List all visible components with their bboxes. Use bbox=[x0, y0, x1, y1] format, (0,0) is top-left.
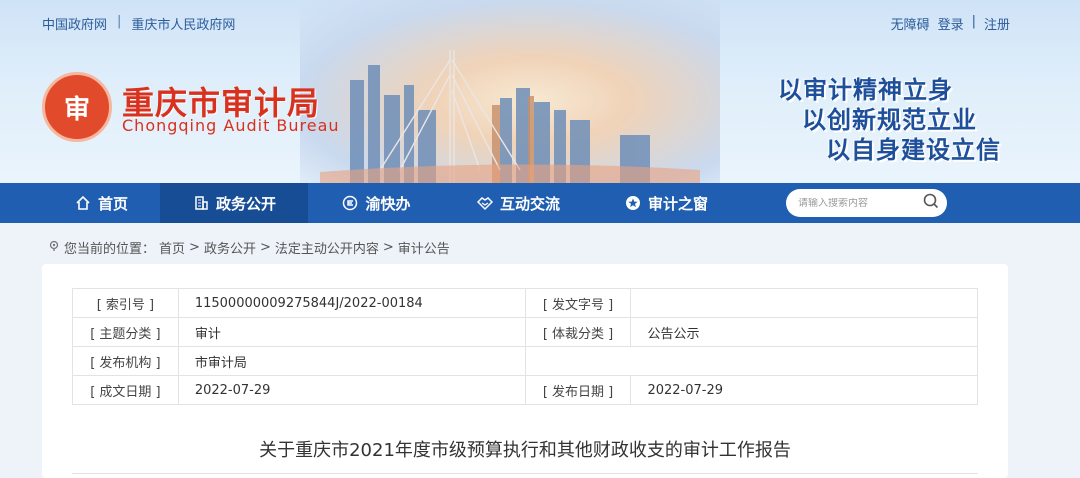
topic-label: [ 主题分类 ] bbox=[72, 317, 179, 347]
nav-gov-affairs-label: 政务公开 bbox=[215, 194, 276, 213]
handshake-icon bbox=[476, 194, 494, 212]
written-date-label: [ 成文日期 ] bbox=[72, 375, 179, 405]
nav-yukuaiban-label: 渝快办 bbox=[365, 194, 411, 213]
breadcrumb-sep: > bbox=[189, 240, 200, 255]
breadcrumb-home[interactable]: 首页 bbox=[159, 238, 185, 257]
nav-yukuaiban[interactable]: 渝快办 bbox=[308, 183, 444, 223]
genre-value: 公告公示 bbox=[630, 317, 978, 347]
table-row: [ 成文日期 ] 2022-07-29 [ 发布日期 ] 2022-07-29 bbox=[72, 375, 978, 405]
breadcrumb-audit-notice[interactable]: 审计公告 bbox=[398, 238, 450, 257]
breadcrumb-gov-affairs[interactable]: 政务公开 bbox=[204, 238, 256, 257]
accessibility-link[interactable]: 无障碍 bbox=[891, 14, 930, 33]
logo-char: 审 bbox=[63, 94, 90, 125]
search-box bbox=[786, 189, 947, 217]
index-label: [ 索引号 ] bbox=[72, 288, 179, 318]
login-link[interactable]: 登录 bbox=[938, 14, 964, 33]
content-card: [ 索引号 ] 11500000009275844J/2022-00184 [ … bbox=[42, 264, 1008, 478]
top-links: 中国政府网 | 重庆市人民政府网 bbox=[42, 14, 235, 33]
document-meta-table: [ 索引号 ] 11500000009275844J/2022-00184 [ … bbox=[72, 288, 979, 405]
site-subtitle: Chongqing Audit Bureau bbox=[122, 116, 340, 135]
index-value: 11500000009275844J/2022-00184 bbox=[177, 288, 526, 318]
breadcrumb-statutory[interactable]: 法定主动公开内容 bbox=[275, 238, 379, 257]
star-icon bbox=[624, 194, 642, 212]
nav-gov-affairs[interactable]: 政务公开 bbox=[160, 183, 308, 223]
gov-cn-link[interactable]: 中国政府网 bbox=[42, 14, 107, 33]
docno-value bbox=[630, 288, 978, 318]
publish-date-label: [ 发布日期 ] bbox=[524, 375, 632, 405]
user-link-separator: | bbox=[971, 14, 976, 29]
search-icon[interactable] bbox=[923, 193, 939, 213]
search-input[interactable] bbox=[798, 197, 923, 209]
breadcrumb-sep: > bbox=[382, 240, 394, 255]
nav-audit-window[interactable]: 审计之窗 bbox=[592, 183, 740, 223]
top-link-separator: | bbox=[117, 14, 122, 29]
nav-home[interactable]: 首页 bbox=[42, 183, 160, 223]
location-pin-icon bbox=[48, 240, 60, 256]
genre-label: [ 体裁分类 ] bbox=[524, 317, 632, 347]
circle-e-icon bbox=[341, 194, 359, 212]
home-icon bbox=[74, 194, 92, 212]
register-link[interactable]: 注册 bbox=[984, 14, 1010, 33]
table-row: [ 发布机构 ] 市审计局 bbox=[72, 346, 979, 376]
header-banner: 中国政府网 | 重庆市人民政府网 无障碍 登录 | 注册 审 重庆市审计局 Ch… bbox=[0, 0, 1080, 183]
org-value: 市审计局 bbox=[177, 346, 526, 376]
org-label: [ 发布机构 ] bbox=[72, 346, 179, 376]
nav-audit-window-label: 审计之窗 bbox=[647, 194, 708, 213]
nav-interaction-label: 互动交流 bbox=[499, 194, 560, 213]
cq-gov-link[interactable]: 重庆市人民政府网 bbox=[131, 14, 235, 33]
nav-interaction[interactable]: 互动交流 bbox=[444, 183, 592, 223]
building-icon bbox=[192, 194, 210, 212]
breadcrumb-prefix: 您当前的位置： bbox=[64, 242, 156, 257]
table-row: [ 主题分类 ] 审计 [ 体裁分类 ] 公告公示 bbox=[72, 317, 978, 347]
docno-label: [ 发文字号 ] bbox=[524, 288, 632, 318]
breadcrumb: 您当前的位置： 首页 > 政务公开 > 法定主动公开内容 > 审计公告 bbox=[48, 238, 450, 257]
audit-seal-logo[interactable]: 审 bbox=[42, 72, 112, 142]
written-date-value: 2022-07-29 bbox=[177, 375, 526, 405]
breadcrumb-sep: > bbox=[259, 240, 271, 255]
article-title: 关于重庆市2021年度市级预算执行和其他财政收支的审计工作报告 bbox=[259, 440, 791, 461]
user-links: 无障碍 登录 | 注册 bbox=[891, 14, 1010, 33]
publish-date-value: 2022-07-29 bbox=[630, 375, 978, 405]
empty-cell bbox=[524, 346, 979, 376]
slogan-line-3: 以自身建设立信 bbox=[826, 135, 1001, 164]
nav-home-label: 首页 bbox=[97, 194, 128, 213]
table-row: [ 索引号 ] 11500000009275844J/2022-00184 [ … bbox=[72, 288, 978, 318]
topic-value: 审计 bbox=[177, 317, 526, 347]
city-skyline-image bbox=[320, 50, 700, 183]
title-divider bbox=[72, 473, 978, 474]
